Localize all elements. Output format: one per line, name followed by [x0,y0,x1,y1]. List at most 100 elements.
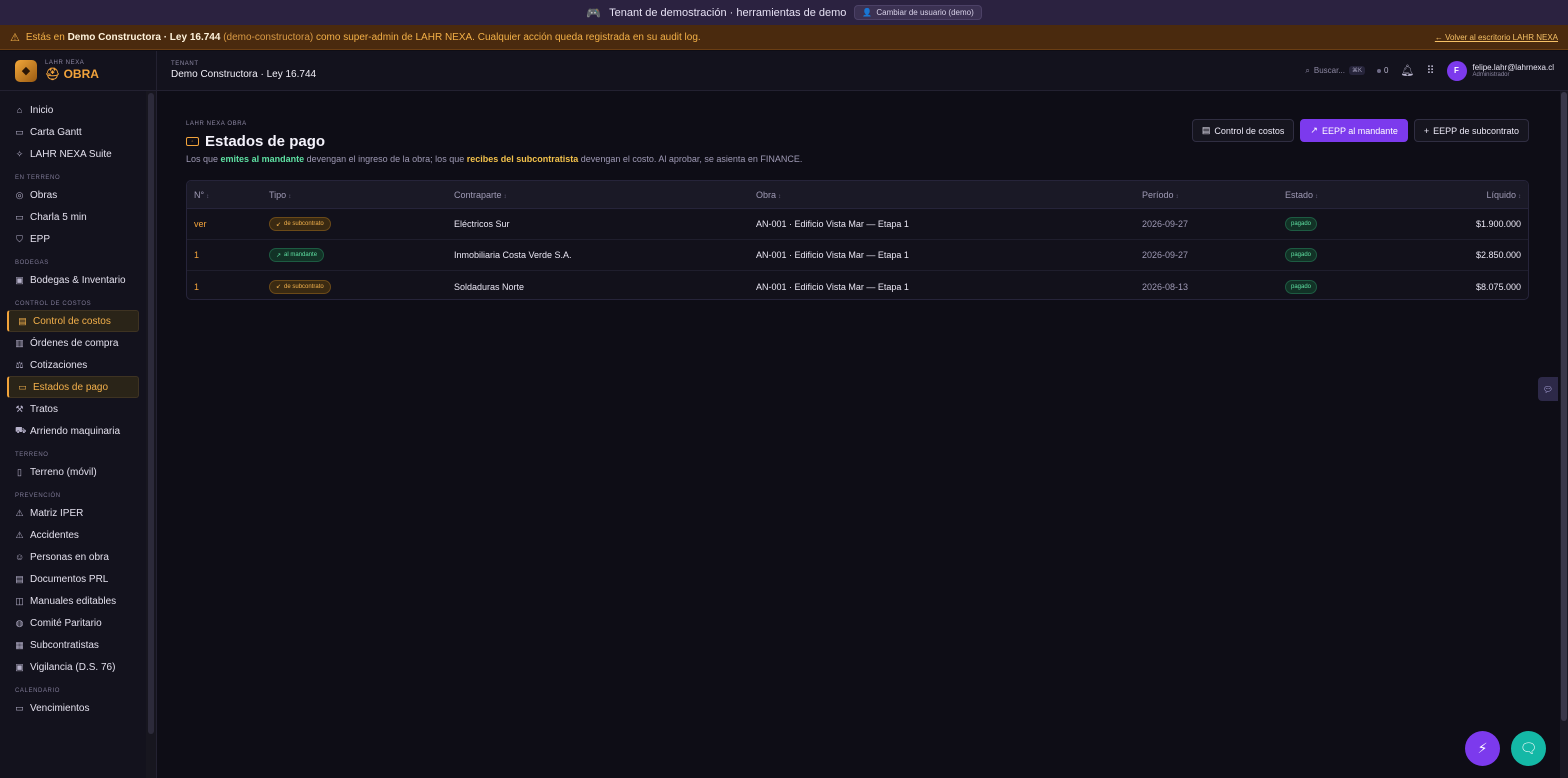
sidebar-item-label: Terreno (móvil) [30,466,97,478]
sidebar-item-suite[interactable]: ✧ LAHR NEXA Suite [0,143,146,165]
sort-icon: ↕ [1175,193,1179,200]
page-actions: ▤ Control de costos ↗ EEPP al mandante + EE… [1191,119,1529,142]
sidebar-item-charla[interactable]: ▭ Charla 5 min [0,206,146,228]
eepp-subcontrato-button[interactable]: + EEPP de subcontrato [1413,119,1529,142]
header-right: ⌕ Buscar... ⌘K 0 🔔︎ ⠿ F felipe.lahr@lahr… [1305,60,1554,81]
tipo-cell: ↙ de subcontrato [262,217,447,231]
table-row[interactable]: 1 ↙ de subcontrato Soldaduras Norte AN-00… [187,271,1528,299]
subtitle-highlight-mandante: emites al mandante [220,154,305,164]
receipt-icon: ▥ [15,337,24,348]
sidebar-item-vencimientos[interactable]: ▭ Vencimientos [0,697,146,719]
sidebar-item-label: Vencimientos [30,702,90,714]
sidebar-item-terreno-movil[interactable]: ▯ Terreno (móvil) [0,461,146,483]
button-label: EEPP de subcontrato [1433,125,1519,136]
col-header-periodo[interactable]: Período ↕ [1135,190,1278,200]
search-input[interactable]: ⌕ Buscar... ⌘K [1305,66,1366,76]
box-icon: ▣ [15,274,24,285]
sidebar-item-obras[interactable]: ◎ Obras [0,184,146,206]
status-badge: pagado [1285,248,1318,262]
sidebar-item-label: Tratos [30,403,58,415]
sidebar-item-accidentes[interactable]: ⚠ Accidentes [0,524,146,546]
apps-grid-icon[interactable]: ⠿ [1426,64,1434,77]
shield-icon: ⛉ [16,233,23,244]
sidebar-item-tratos[interactable]: ⚒ Tratos [0,398,146,420]
sidebar-item-label: Manuales editables [30,595,117,607]
cost-control-button[interactable]: ▤ Control de costos [1191,119,1295,142]
sidebar-nav: ⌂ Inicio ▭ Carta Gantt ✧ LAHR NEXA Suite EN… [0,99,146,719]
section-terreno: TERRENO [15,452,49,458]
sidebar-item-manuales[interactable]: ◫ Manuales editables [0,590,146,612]
col-header-estado[interactable]: Estado ↕ [1278,190,1428,200]
sidebar-item-vigilancia[interactable]: ▣ Vigilancia (D.S. 76) [0,656,146,678]
gamepad-icon: 🎮 [586,5,602,20]
status-count: 0 [1384,66,1389,75]
quick-actions-button[interactable]: ⚡︎ [1465,731,1500,766]
eepp-mandante-button[interactable]: ↗ EEPP al mandante [1300,119,1408,142]
sidebar-item-ordenes[interactable]: ▥ Órdenes de compra [0,332,146,354]
feedback-tab-icon[interactable]: 💬︎ [1538,377,1558,401]
sidebar-item-personas[interactable]: ☺ Personas en obra [0,546,146,568]
row-number-link[interactable]: 1 [187,250,262,260]
scale-icon: ⚖ [15,359,24,370]
sidebar-item-matriz-iper[interactable]: ⚠ Matriz IPER [0,502,146,524]
sidebar-scrollbar[interactable] [148,93,154,734]
col-header-obra[interactable]: Obra ↕ [749,190,1135,200]
col-header-num[interactable]: N° ↕ [187,190,262,200]
page-scrollbar[interactable] [1561,92,1567,721]
section-bodegas: BODEGAS [15,260,49,266]
switch-user-button[interactable]: 👤 Cambiar de usuario (demo) [854,5,982,20]
sidebar-item-label: Carta Gantt [30,126,82,138]
subtitle-part: devengan el costo. Al aprobar, se asient… [580,154,803,164]
tenant-name: Demo Constructora · Ley 16.744 [171,69,317,80]
arrow-up-right-icon: ↗ [1310,125,1318,135]
brand[interactable]: ◆ LAHR NEXA ⛑ OBRA [0,51,156,91]
committee-icon: ◍ [15,617,24,628]
sidebar-item-bodegas[interactable]: ▣ Bodegas & Inventario [0,269,146,291]
tipo-badge: ↙ de subcontrato [269,279,331,294]
bell-icon[interactable]: 🔔︎ [1400,64,1414,77]
row-number-link[interactable]: ver [187,219,262,229]
col-header-liquido[interactable]: Líquido ↕ [1428,190,1528,200]
sidebar-item-subcontratistas[interactable]: ▦ Subcontratistas [0,634,146,656]
sidebar-item-inicio[interactable]: ⌂ Inicio [0,99,146,121]
demo-bar-text: Tenant de demostración · herramientas de… [609,6,847,19]
periodo-cell: 2026-08-13 [1142,281,1189,292]
tipo-cell: ↗ al mandante [262,248,447,262]
sidebar-item-epp[interactable]: ⛉ EPP [0,228,146,250]
table-row[interactable]: ver ↙ de subcontrato Eléctricos Sur AN-00… [187,209,1528,240]
sidebar-item-cotizaciones[interactable]: ⚖ Cotizaciones [0,354,146,376]
sidebar-item-label: Accidentes [30,529,79,541]
warning-slug: (demo-constructora) [223,31,314,43]
sidebar-item-documentos-prl[interactable]: ▤ Documentos PRL [0,568,146,590]
chat-button[interactable]: 🗨︎ [1511,731,1546,766]
sidebar-item-control-costos[interactable]: ▤ Control de costos [7,310,139,332]
back-to-desk-link[interactable]: ← Volver al escritorio LAHR NEXA [1435,33,1558,42]
banknote-icon: ▭ [18,381,27,392]
sidebar-item-estados-pago[interactable]: ▭ Estados de pago [7,376,139,398]
sidebar-item-comite[interactable]: ◍ Comité Paritario [0,612,146,634]
sidebar-item-arriendo[interactable]: ⛟ Arriendo maquinaria [0,420,146,442]
row-number-link[interactable]: 1 [187,282,262,292]
user-menu[interactable]: F felipe.lahr@lahrnexa.cl Administrador [1446,60,1554,81]
col-header-tipo[interactable]: Tipo ↕ [262,190,447,200]
sidebar-item-label: Personas en obra [30,551,109,563]
status-badge: pagado [1285,217,1318,231]
sidebar-item-carta-gantt[interactable]: ▭ Carta Gantt [0,121,146,143]
user-role: Administrador [1472,72,1510,78]
table-row[interactable]: 1 ↗ al mandante Inmobiliaria Costa Verde … [187,240,1528,271]
user-icon: 👤 [862,8,873,17]
arrow-up-right-icon: ↗ [276,252,282,259]
contraparte-cell: Inmobiliaria Costa Verde S.A. [454,250,572,260]
sidebar-item-label: Subcontratistas [30,639,99,651]
liquido-cell: $1.900.000 [1475,219,1521,229]
arrow-down-left-icon: ↙ [276,221,282,228]
sidebar-item-label: Matriz IPER [30,507,84,519]
payment-states-table: N° ↕ Tipo ↕ Contraparte ↕ Obra ↕ Período ↕ Es… [186,180,1529,300]
brand-logo-icon: ◆ [15,59,37,82]
sidebar-item-label: Inicio [30,104,54,116]
section-control-costos: CONTROL DE COSTOS [15,301,92,307]
status-indicator[interactable]: 0 [1377,66,1388,75]
tenant-label: TENANT [171,61,199,67]
book-icon: ◫ [15,595,24,606]
col-header-contraparte[interactable]: Contraparte ↕ [447,190,749,200]
